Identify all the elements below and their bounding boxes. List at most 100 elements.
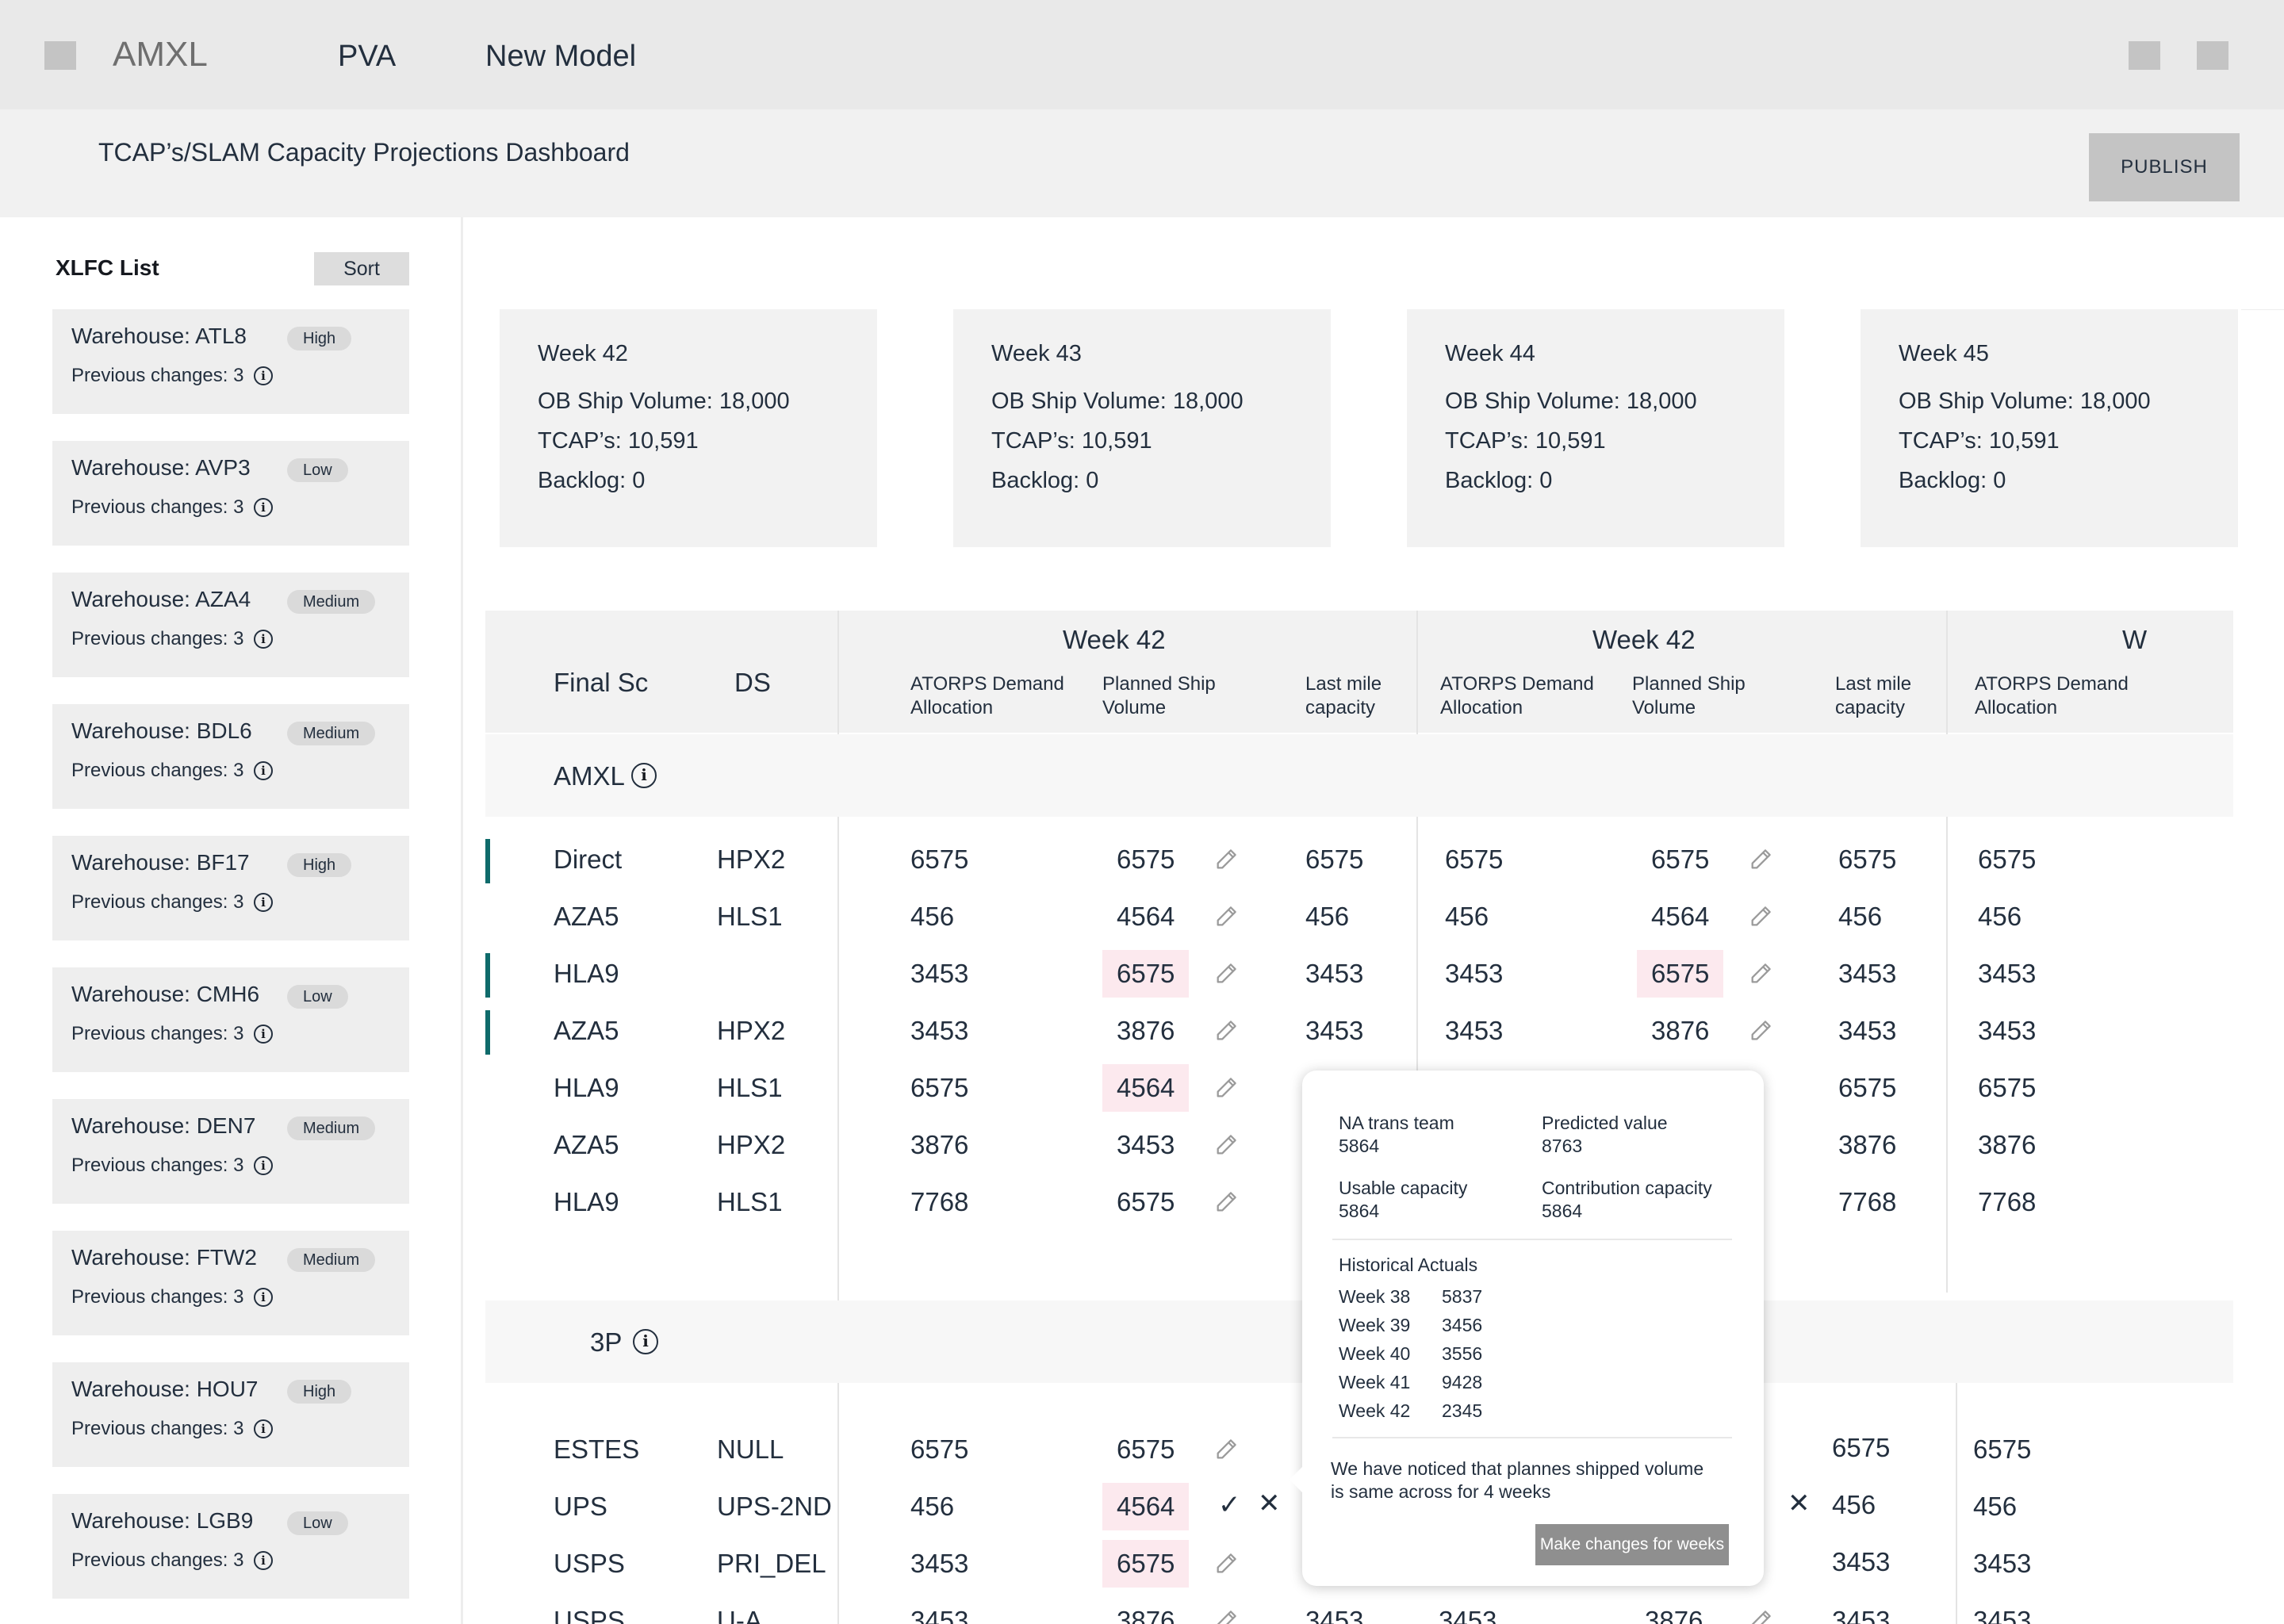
edit-pencil-icon[interactable] — [1213, 1435, 1240, 1462]
info-icon[interactable]: i — [254, 1419, 273, 1438]
info-icon[interactable]: i — [254, 761, 273, 780]
planned-ship-cell[interactable]: 6575 — [1117, 836, 1175, 883]
previous-changes: Previous changes: 3 — [71, 1155, 244, 1176]
edit-pencil-icon[interactable] — [1213, 1131, 1240, 1158]
header-line: Volume — [1102, 697, 1167, 718]
previous-changes: Previous changes: 3 — [71, 628, 244, 649]
column-header-atorps[interactable]: ATORPS Demand Allocation — [1975, 672, 2129, 720]
planned-ship-cell[interactable]: 6575 — [1637, 950, 1724, 998]
header-line: Volume — [1632, 697, 1696, 718]
edit-pencil-icon[interactable] — [1748, 1607, 1775, 1624]
atorps-cell: 7768 — [1978, 1187, 2037, 1216]
planned-ship-cell[interactable]: 4564 — [1102, 1483, 1190, 1530]
info-icon[interactable]: i — [254, 630, 273, 649]
priority-badge: Medium — [287, 1116, 376, 1140]
previous-changes: Previous changes: 3 — [71, 760, 244, 781]
edit-pencil-icon[interactable] — [1748, 845, 1775, 872]
column-header-atorps[interactable]: ATORPS Demand Allocation — [910, 672, 1064, 720]
column-header-ds[interactable]: DS — [734, 668, 771, 698]
warehouse-card-aza4[interactable]: Warehouse: AZA4 Medium Previous changes:… — [52, 573, 409, 677]
week-card-title: Week 44 — [1445, 341, 1535, 366]
edit-pencil-icon[interactable] — [1213, 845, 1240, 872]
warehouse-card-cmh6[interactable]: Warehouse: CMH6 Low Previous changes: 3 … — [52, 967, 409, 1072]
column-header-final-sc[interactable]: Final Sc — [554, 668, 648, 698]
nav-item-pva[interactable]: PVA — [338, 40, 396, 74]
menu-icon[interactable] — [44, 41, 76, 70]
sort-button[interactable]: Sort — [314, 252, 409, 285]
profile-icon[interactable] — [2197, 41, 2228, 70]
info-icon[interactable]: i — [254, 1025, 273, 1044]
last-mile-cell: 456 — [1305, 902, 1350, 931]
row-accent-bar — [485, 953, 490, 998]
warehouse-card-bf17[interactable]: Warehouse: BF17 High Previous changes: 3… — [52, 836, 409, 940]
warehouse-card-atl8[interactable]: Warehouse: ATL8 High Previous changes: 3… — [52, 309, 409, 414]
header-line: capacity — [1305, 697, 1376, 718]
column-header-atorps[interactable]: ATORPS Demand Allocation — [1440, 672, 1594, 720]
edit-pencil-icon[interactable] — [1213, 1017, 1240, 1044]
edit-pencil-icon[interactable] — [1748, 902, 1775, 929]
warehouse-card-hou7[interactable]: Warehouse: HOU7 High Previous changes: 3… — [52, 1362, 409, 1467]
make-changes-button[interactable]: Make changes for weeks — [1535, 1524, 1729, 1565]
info-icon[interactable]: i — [254, 498, 273, 517]
previous-changes: Previous changes: 3 — [71, 1023, 244, 1044]
brand-logo[interactable]: AMXL — [113, 35, 208, 75]
planned-ship-cell[interactable]: 6575 — [1102, 950, 1190, 998]
planned-ship-cell[interactable]: 4564 — [1651, 893, 1709, 940]
planned-ship-cell[interactable]: 3876 — [1651, 1007, 1709, 1055]
previous-changes: Previous changes: 3 — [71, 1286, 244, 1308]
edit-pencil-icon[interactable] — [1748, 1017, 1775, 1044]
warehouse-card-bdl6[interactable]: Warehouse: BDL6 Medium Previous changes:… — [52, 704, 409, 809]
edit-pencil-icon[interactable] — [1213, 959, 1240, 986]
notification-icon[interactable] — [2129, 41, 2160, 70]
column-header-planned-ship[interactable]: Planned Ship Volume — [1102, 672, 1216, 720]
warehouse-card-lgb9[interactable]: Warehouse: LGB9 Low Previous changes: 3 … — [52, 1494, 409, 1599]
edit-pencil-icon[interactable] — [1213, 1074, 1240, 1101]
publish-button[interactable]: PUBLISH — [2089, 133, 2240, 201]
confirm-check-icon[interactable]: ✓ — [1218, 1489, 1241, 1521]
column-header-planned-ship[interactable]: Planned Ship Volume — [1632, 672, 1746, 720]
info-icon[interactable]: i — [254, 893, 273, 912]
info-icon[interactable]: i — [633, 1329, 658, 1354]
planned-ship-cell[interactable]: 4564 — [1117, 893, 1175, 940]
label: NA trans team — [1339, 1113, 1454, 1133]
nav-item-new-model[interactable]: New Model — [485, 40, 636, 74]
info-icon[interactable]: i — [254, 1551, 273, 1570]
last-mile-cell: 3453 — [1305, 1606, 1364, 1624]
info-icon[interactable]: i — [254, 1156, 273, 1175]
info-icon[interactable]: i — [254, 1288, 273, 1307]
planned-ship-cell[interactable]: 6575 — [1117, 1178, 1175, 1226]
planned-ship-cell[interactable]: 3453 — [1117, 1121, 1175, 1169]
planned-ship-cell[interactable]: 6575 — [1651, 836, 1709, 883]
info-icon[interactable]: i — [631, 763, 657, 788]
planned-ship-cell[interactable]: 4564 — [1102, 1064, 1190, 1112]
panel-edge — [2241, 309, 2284, 611]
warehouse-card-den7[interactable]: Warehouse: DEN7 Medium Previous changes:… — [52, 1099, 409, 1204]
info-icon[interactable]: i — [254, 366, 273, 385]
last-mile-cell: 3453 — [1832, 1547, 1891, 1576]
planned-ship-cell[interactable]: 3876 — [1117, 1007, 1175, 1055]
planned-ship-cell[interactable]: 3876 — [1645, 1597, 1703, 1624]
cancel-x-icon[interactable]: ✕ — [1788, 1488, 1811, 1519]
column-header-last-mile[interactable]: Last mile capacity — [1835, 672, 1911, 720]
final-sc-cell: UPS — [554, 1492, 607, 1521]
history-value: 3456 — [1442, 1315, 1483, 1335]
header-line: Planned Ship — [1632, 673, 1746, 695]
week-card-title: Week 42 — [538, 341, 628, 366]
edit-pencil-icon[interactable] — [1213, 1549, 1240, 1576]
cancel-x-icon[interactable]: ✕ — [1258, 1488, 1281, 1519]
planned-ship-cell[interactable]: 3876 — [1117, 1597, 1175, 1624]
planned-ship-cell[interactable]: 6575 — [1117, 1426, 1175, 1473]
last-mile-cell: 3453 — [1838, 959, 1897, 988]
planned-ship-cell[interactable]: 6575 — [1102, 1540, 1190, 1588]
warehouse-card-ftw2[interactable]: Warehouse: FTW2 Medium Previous changes:… — [52, 1231, 409, 1335]
value: 5864 — [1339, 1136, 1380, 1156]
edit-pencil-icon[interactable] — [1213, 1188, 1240, 1215]
edit-pencil-icon[interactable] — [1213, 1607, 1240, 1624]
header-line: ATORPS Demand — [910, 673, 1064, 695]
ob-ship-volume: OB Ship Volume: 18,000 — [991, 389, 1244, 414]
warehouse-name: Warehouse: DEN7 — [71, 1113, 256, 1138]
column-header-last-mile[interactable]: Last mile capacity — [1305, 672, 1382, 720]
warehouse-card-avp3[interactable]: Warehouse: AVP3 Low Previous changes: 3 … — [52, 441, 409, 546]
edit-pencil-icon[interactable] — [1213, 902, 1240, 929]
edit-pencil-icon[interactable] — [1748, 959, 1775, 986]
